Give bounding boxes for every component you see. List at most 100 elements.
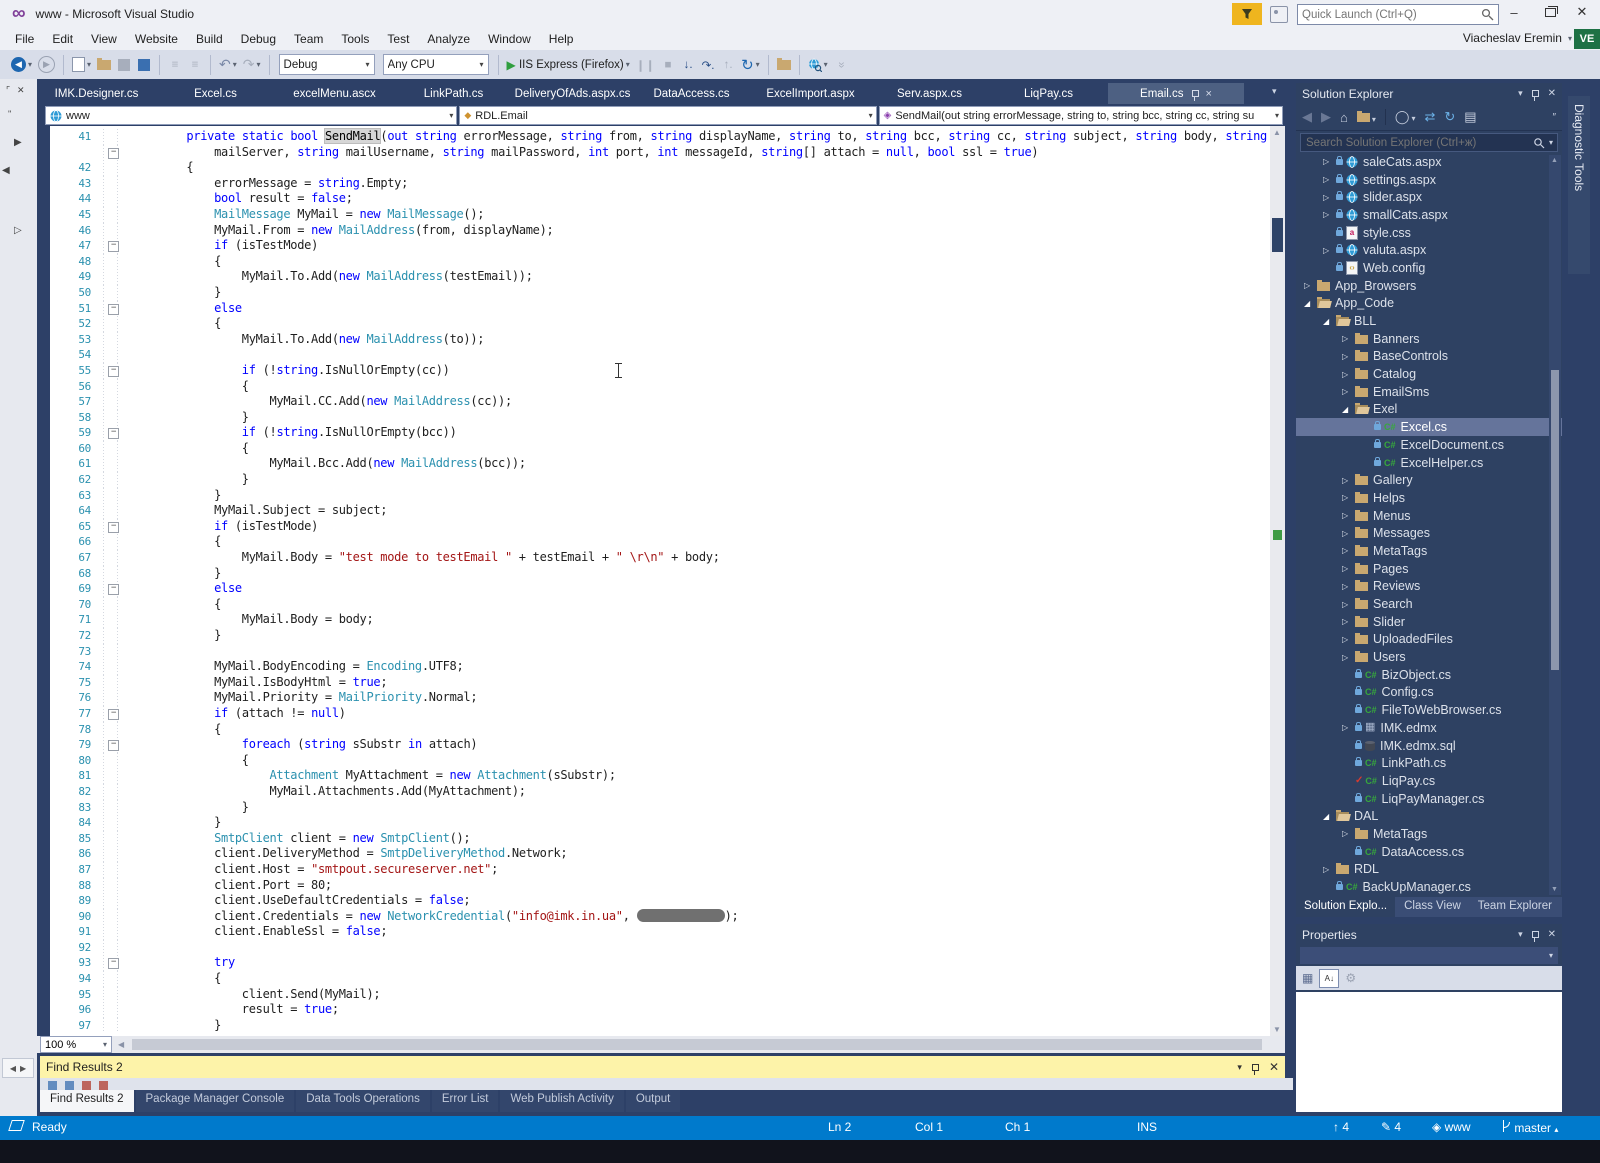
tree-item-helps[interactable]: ▷ Helps <box>1296 489 1562 507</box>
pending-changes-filter-icon[interactable]: ◯ ▾ <box>1395 109 1416 125</box>
editor-vertical-scrollbar[interactable]: ▲ ▼ <box>1270 126 1285 1036</box>
solution-configuration-dropdown[interactable]: Debug ▾ <box>278 54 375 75</box>
code-line[interactable]: 59 − if (!string.IsNullOrEmpty(bcc)) <box>37 425 1270 441</box>
code-line[interactable]: 80 { <box>37 752 1270 769</box>
user-menu[interactable]: Viacheslav Eremin ▾ <box>1463 31 1572 45</box>
code-line[interactable]: 78 { <box>37 721 1270 738</box>
expander-collapsed-icon[interactable]: ▷ <box>1342 653 1355 662</box>
scrollbar-thumb[interactable] <box>1272 218 1283 252</box>
tree-item-excel-cs[interactable]: C# Excel.cs <box>1296 418 1562 436</box>
scroll-left-icon[interactable]: ◀ <box>118 1040 124 1049</box>
expander-collapsed-icon[interactable]: ▷ <box>1323 157 1336 166</box>
expander-collapsed-icon[interactable]: ▷ <box>1304 281 1317 290</box>
code-line[interactable]: 46 MyMail.From = new MailAddress(from, d… <box>37 222 1270 239</box>
code-line[interactable]: 43 errorMessage = string.Empty; <box>37 175 1270 192</box>
code-line[interactable]: 93 − try <box>37 955 1270 972</box>
code-line[interactable]: 62 } <box>37 472 1270 488</box>
close-icon[interactable]: ✕ <box>1548 88 1556 99</box>
code-line[interactable]: 41 private static bool SendMail(out stri… <box>37 129 1270 145</box>
comment-button[interactable]: ≡ <box>168 55 182 75</box>
code-line[interactable]: 97 } <box>37 1017 1270 1034</box>
tab-dataaccess-cs[interactable]: DataAccess.cs <box>632 83 751 104</box>
code-line[interactable]: − mailServer, string mailUsername, strin… <box>37 144 1270 161</box>
expander-collapsed-icon[interactable]: ▷ <box>1342 476 1355 485</box>
code-line[interactable]: 84 } <box>37 815 1270 831</box>
save-all-button[interactable] <box>137 55 151 75</box>
avatar[interactable]: VE <box>1574 29 1600 49</box>
tree-item-search[interactable]: ▷ Search <box>1296 595 1562 613</box>
refresh-icon[interactable]: ↻ <box>1444 109 1455 125</box>
type-dropdown[interactable]: ◆ RDL.Email ▾ <box>459 106 877 125</box>
fold-collapse-icon[interactable]: − <box>108 740 119 752</box>
tab-serv-aspx-cs[interactable]: Serv.aspx.cs <box>870 83 989 104</box>
code-line[interactable]: 92 <box>37 939 1270 956</box>
tree-item-filetowebbrowser-cs[interactable]: C# FileToWebBrowser.cs <box>1296 701 1562 719</box>
code-line[interactable]: 55 − if (!string.IsNullOrEmpty(cc)) <box>37 362 1270 379</box>
feedback-icon[interactable] <box>1270 6 1288 23</box>
clear-results-icon[interactable] <box>82 1081 91 1090</box>
expander-expanded-icon[interactable]: ◢ <box>1304 299 1317 308</box>
tree-item-imk-edmx[interactable]: ▷ ▦ IMK.edmx <box>1296 719 1562 737</box>
code-line[interactable]: 89 client.UseDefaultCredentials = false; <box>37 893 1270 909</box>
code-line[interactable]: 67 MyMail.Body = "test mode to testEmail… <box>37 550 1270 566</box>
tab-diagnostic-tools[interactable]: Diagnostic Tools <box>1568 96 1590 274</box>
fold-collapse-icon[interactable]: − <box>108 521 119 533</box>
tab-excelmenu-ascx[interactable]: excelMenu.ascx <box>275 83 394 104</box>
status-line[interactable]: Ln 2 <box>828 1120 851 1134</box>
go-to-location-icon[interactable] <box>48 1081 57 1090</box>
fold-collapse-icon[interactable]: − <box>108 303 119 315</box>
fold-collapse-icon[interactable]: − <box>108 428 119 440</box>
code-line[interactable]: 69 − else <box>37 581 1270 597</box>
window-position-dropdown-icon[interactable]: ▾ <box>1518 88 1523 99</box>
document-list-dropdown-icon[interactable]: ▾ <box>1272 86 1277 97</box>
fold-collapse-icon[interactable]: − <box>108 241 119 253</box>
expander-collapsed-icon[interactable]: ▷ <box>1323 175 1336 184</box>
code-editor[interactable]: 41 private static bool SendMail(out stri… <box>37 126 1270 1036</box>
home-icon[interactable]: ⌂ <box>1340 110 1348 125</box>
notifications-filter-button[interactable] <box>1232 3 1262 25</box>
scroll-down-icon[interactable]: ▼ <box>1551 886 1558 893</box>
stop-button[interactable]: ■ <box>661 55 675 75</box>
code-line[interactable]: 52 { <box>37 316 1270 332</box>
back-icon[interactable]: ◀ <box>1302 109 1312 125</box>
expander-collapsed-icon[interactable]: ▷ <box>1342 600 1355 609</box>
tree-item-metatags[interactable]: ▷ MetaTags <box>1296 825 1562 843</box>
forward-icon[interactable]: ▶ <box>1321 109 1331 125</box>
tree-item-app-code[interactable]: ◢ App_Code <box>1296 295 1562 313</box>
find-results-title-bar[interactable]: Find Results 2 ▾ ✕ <box>40 1056 1285 1078</box>
panel-tab-web-publish-activity[interactable]: Web Publish Activity <box>500 1090 624 1112</box>
tree-item-config-cs[interactable]: C# Config.cs <box>1296 684 1562 702</box>
menu-item-window[interactable]: Window <box>479 30 540 48</box>
pin-icon[interactable] <box>1191 90 1199 101</box>
tree-item-metatags[interactable]: ▷ MetaTags <box>1296 542 1562 560</box>
code-line[interactable]: 70 { <box>37 596 1270 613</box>
panel-tab-data-tools-operations[interactable]: Data Tools Operations <box>296 1090 430 1112</box>
code-line[interactable]: 44 bool result = false; <box>37 191 1270 207</box>
quick-launch-input[interactable] <box>1298 8 1481 21</box>
fold-collapse-icon[interactable]: − <box>108 147 119 159</box>
tree-item-uploadedfiles[interactable]: ▷ UploadedFiles <box>1296 631 1562 649</box>
tool-tab-solution-explo-[interactable]: Solution Explo... <box>1296 897 1396 917</box>
code-line[interactable]: 54 <box>37 347 1270 363</box>
tab-deliveryofads-aspx-cs[interactable]: DeliveryOfAds.aspx.cs <box>513 83 632 104</box>
code-line[interactable]: 95 client.Send(MyMail); <box>37 986 1270 1003</box>
solution-explorer-search-input[interactable] <box>1301 136 1533 149</box>
code-line[interactable]: 61 MyMail.Bcc.Add(new MailAddress(bcc)); <box>37 456 1270 473</box>
expander-collapsed-icon[interactable]: ▷ <box>1323 246 1336 255</box>
toolbar-overflow-icon[interactable]: » <box>831 58 851 72</box>
tree-item-rdl[interactable]: ▷ RDL <box>1296 861 1562 879</box>
expander-collapsed-icon[interactable]: ▷ <box>1342 635 1355 644</box>
new-file-button[interactable]: ▾ <box>72 55 91 75</box>
panel-tab-scroll[interactable]: ◀ ▶ <box>2 1058 34 1078</box>
status-insert-mode[interactable]: INS <box>1137 1120 1157 1134</box>
switch-views-icon[interactable]: ⇄ <box>1424 109 1435 125</box>
editor-zoom-dropdown[interactable]: 100 % ▾ <box>40 1036 112 1053</box>
menu-item-help[interactable]: Help <box>540 30 583 48</box>
open-file-button[interactable] <box>97 55 112 75</box>
expander-collapsed-icon[interactable]: ▷ <box>1342 352 1355 361</box>
refresh-button[interactable]: ↻ ▾ <box>741 55 760 75</box>
tab-excel-cs[interactable]: Excel.cs <box>156 83 275 104</box>
scrollbar-thumb[interactable] <box>1551 370 1559 670</box>
menu-item-file[interactable]: File <box>6 30 43 48</box>
code-line[interactable]: 86 client.DeliveryMethod = SmtpDeliveryM… <box>37 846 1270 862</box>
